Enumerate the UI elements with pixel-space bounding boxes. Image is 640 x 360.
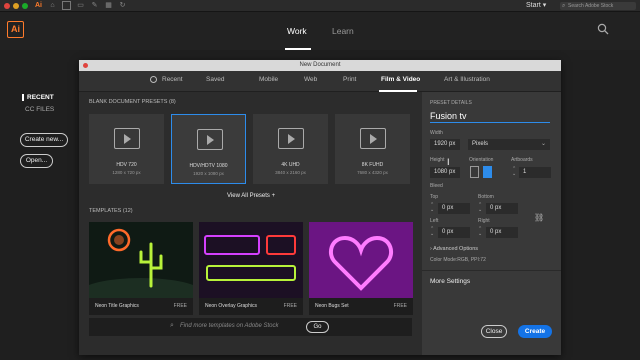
free-badge: FREE (283, 303, 297, 309)
tab-mobile[interactable]: Mobile (259, 76, 278, 83)
close-window-icon[interactable] (4, 3, 10, 9)
bleed-bottom-stepper[interactable]: ⌃ ⌄ (478, 203, 482, 213)
bleed-right-input[interactable]: 0 px (486, 227, 518, 238)
video-icon (114, 128, 140, 149)
grid-icon[interactable]: ▦ (104, 1, 113, 10)
video-icon (197, 129, 223, 150)
tab-print[interactable]: Print (343, 76, 356, 83)
video-icon (360, 128, 386, 149)
template-thumbnail (199, 222, 303, 298)
brush-icon[interactable]: ✎ (90, 1, 99, 10)
template-neon-bugs-set[interactable]: Neon Bugs Set FREE (309, 222, 413, 315)
nav-work[interactable]: Work (287, 26, 307, 36)
active-nav-indicator (285, 48, 311, 50)
document-name-input[interactable]: Fusion tv (430, 111, 550, 123)
tab-art-illustration[interactable]: Art & Illustration (444, 76, 490, 83)
new-document-dialog: New Document Recent Saved Mobile Web Pri… (79, 60, 561, 355)
clock-icon (150, 76, 157, 83)
artboards-input[interactable]: 1 (519, 167, 551, 178)
advanced-options-toggle[interactable]: › Advanced Options (430, 246, 478, 252)
width-input[interactable]: 1920 px (430, 139, 460, 150)
presets-pane: BLANK DOCUMENT PRESETS (8) HDV 720 1280 … (79, 92, 422, 355)
sidebar-item-recent[interactable]: RECENT (22, 94, 54, 101)
template-thumbnail (309, 222, 413, 298)
units-select[interactable]: Pixels ⌄ (468, 139, 550, 150)
mouse-cursor-icon: I (447, 157, 450, 167)
workspace-switcher[interactable]: Start ▾ (526, 1, 546, 9)
link-bleed-icon[interactable]: ⛓ (534, 213, 544, 222)
illustrator-app-icon[interactable]: Ai (34, 1, 43, 10)
bleed-top-input[interactable]: 0 px (438, 203, 470, 214)
plus-icon: + (271, 193, 276, 199)
divider (422, 270, 561, 271)
menu-bar: Ai ⌂ ▭ ✎ ▦ ↻ Start ▾ ⌕ Search Adobe Stoc… (0, 0, 640, 12)
tab-web[interactable]: Web (304, 76, 317, 83)
free-badge: FREE (173, 303, 187, 309)
templates-heading: TEMPLATES (12) (89, 208, 133, 214)
illustrator-logo: Ai (7, 21, 24, 38)
view-all-presets-link[interactable]: View All Presets + (227, 193, 275, 199)
adobe-stock-search-bar: ⌕ Find more templates on Adobe Stock Go (89, 318, 412, 336)
preset-hdv-hdtv-1080[interactable]: HDV/HDTV 1080 1920 x 1080 px (171, 114, 246, 184)
preset-hdv-720[interactable]: HDV 720 1280 x 720 px (89, 114, 164, 184)
create-button[interactable]: Create (518, 325, 552, 338)
close-button[interactable]: Close (481, 325, 507, 338)
bleed-top-stepper[interactable]: ⌃ ⌄ (430, 203, 434, 213)
tab-film-video[interactable]: Film & Video (381, 76, 420, 83)
template-neon-overlay-graphics[interactable]: Neon Overlay Graphics FREE (199, 222, 303, 315)
sidebar-item-cc-files[interactable]: CC FILES (25, 106, 54, 113)
blank-presets-heading: BLANK DOCUMENT PRESETS (8) (89, 99, 176, 105)
bleed-left-stepper[interactable]: ⌃ ⌄ (430, 227, 434, 237)
category-tabs: Recent Saved Mobile Web Print Film & Vid… (79, 71, 561, 92)
open-button[interactable]: Open... (20, 154, 53, 168)
template-thumbnail (89, 222, 193, 298)
dialog-title-bar: New Document (79, 60, 561, 71)
free-badge: FREE (393, 303, 407, 309)
home-icon[interactable]: ⌂ (48, 1, 57, 10)
nav-learn[interactable]: Learn (332, 26, 354, 36)
zoom-window-icon[interactable] (22, 3, 28, 9)
app-header: Ai Work Learn (0, 12, 640, 50)
search-icon[interactable] (597, 23, 609, 35)
search-icon: ⌕ (562, 3, 566, 9)
artboards-stepper[interactable]: ⌃ ⌄ (512, 167, 516, 177)
chevron-down-icon: ⌄ (540, 141, 546, 147)
color-mode-info: Color Mode:RGB, PPI:72 (430, 257, 486, 263)
preset-4k-uhd[interactable]: 4K UHD 3840 x 2160 px (253, 114, 328, 184)
folder-icon[interactable]: ▭ (76, 1, 85, 10)
height-input[interactable]: 1080 px (430, 167, 460, 178)
preset-8k-fuhd[interactable]: 8K FUHD 7680 x 4320 px (335, 114, 410, 184)
sync-icon[interactable]: ↻ (118, 1, 127, 10)
stock-search-input[interactable]: Find more templates on Adobe Stock (180, 323, 279, 329)
video-icon (278, 128, 304, 149)
portrait-orientation-icon[interactable] (470, 166, 479, 178)
minimize-window-icon[interactable] (13, 3, 19, 9)
stock-search-field[interactable]: ⌕ Search Adobe Stock (560, 2, 636, 10)
preset-details-pane: PRESET DETAILS Fusion tv Width 1920 px P… (422, 92, 561, 355)
search-icon: ⌕ (170, 322, 174, 329)
file-icon[interactable] (62, 1, 71, 10)
go-button[interactable]: Go (306, 321, 329, 333)
bleed-right-stepper[interactable]: ⌃ ⌄ (478, 227, 482, 237)
template-neon-title-graphics[interactable]: Neon Title Graphics FREE (89, 222, 193, 315)
tab-recent[interactable]: Recent (162, 76, 183, 83)
tab-saved[interactable]: Saved (206, 76, 224, 83)
more-settings-button[interactable]: More Settings (430, 278, 470, 285)
preset-details-heading: PRESET DETAILS (430, 100, 472, 106)
close-dialog-icon[interactable] (83, 63, 88, 68)
landscape-orientation-icon[interactable] (483, 166, 492, 178)
bleed-bottom-input[interactable]: 0 px (486, 203, 518, 214)
bleed-left-input[interactable]: 0 px (438, 227, 470, 238)
create-new-button[interactable]: Create new... (20, 133, 68, 147)
